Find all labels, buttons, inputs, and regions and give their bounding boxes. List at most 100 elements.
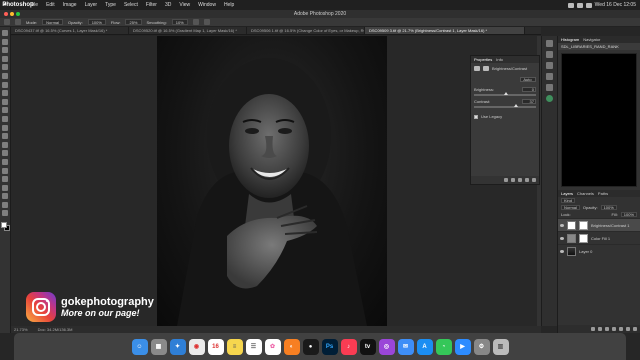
marquee-tool-icon[interactable] (2, 38, 8, 45)
pen-tool-icon[interactable] (2, 158, 8, 165)
music-app-icon[interactable]: ♪ (340, 338, 357, 355)
battery-icon[interactable] (576, 2, 583, 8)
hand-tool-icon[interactable] (2, 193, 8, 200)
eye-icon[interactable] (560, 249, 564, 253)
obs-app-icon[interactable]: ● (302, 338, 319, 355)
tab-histogram[interactable]: Histogram (561, 37, 579, 42)
menu-window[interactable]: Window (194, 2, 220, 8)
more-tools-icon[interactable] (2, 210, 8, 217)
trash-icon[interactable]: ▥ (492, 338, 509, 355)
tab-info[interactable]: Info (496, 57, 503, 62)
contrast-field[interactable]: 37 (522, 99, 536, 104)
zoom-tool-icon[interactable] (2, 201, 8, 208)
doc-tab-active[interactable]: DSC09509 3.tif @ 21.7% (Brightness/Contr… (365, 27, 525, 34)
menubar-clock[interactable]: Wed 16 Dec 12:05 (595, 2, 636, 8)
safari-app-icon[interactable]: ✦ (169, 338, 186, 355)
menu-3d[interactable]: 3D (161, 2, 175, 8)
minimize-window-button[interactable] (10, 12, 14, 16)
brush-panel-icon[interactable] (546, 73, 553, 80)
layer-mask-thumbnail[interactable] (579, 220, 588, 230)
new-group-icon[interactable] (619, 327, 623, 331)
tab-properties[interactable]: Properties (474, 57, 492, 62)
mode-select[interactable]: Normal (42, 19, 64, 25)
tab-channels[interactable]: Channels (577, 191, 594, 196)
layer-name[interactable]: Brightness/Contrast 1 (591, 223, 629, 228)
notes-app-icon[interactable]: ≡ (226, 338, 243, 355)
visibility-icon[interactable] (525, 178, 529, 182)
doc-tab-2[interactable]: DSC09520.tif @ 16.5% (Gradient Map 1, La… (129, 27, 247, 34)
layer-kind-filter[interactable]: Kind (561, 198, 576, 203)
app-store-app-icon[interactable]: A (416, 338, 433, 355)
menu-layer[interactable]: Layer (81, 2, 102, 8)
contrast-slider[interactable] (474, 104, 536, 108)
view-previous-icon[interactable] (511, 178, 515, 182)
layer-opacity-field[interactable]: 100% (600, 205, 617, 210)
move-tool-icon[interactable] (2, 30, 8, 36)
swatches-panel-icon[interactable] (546, 62, 553, 69)
brush-preset-icon[interactable] (15, 19, 21, 25)
path-select-tool-icon[interactable] (2, 176, 8, 183)
blend-mode-select[interactable]: Normal (561, 205, 580, 210)
airbrush-icon[interactable] (192, 19, 199, 25)
smoothing-field[interactable]: 10% (171, 19, 188, 25)
adjustments-panel-icon[interactable] (546, 84, 553, 91)
shape-tool-icon[interactable] (2, 184, 8, 191)
zoom-readout[interactable]: 21.73% (14, 326, 28, 333)
new-adjustment-icon[interactable] (612, 327, 616, 331)
zoom-window-button[interactable] (16, 12, 20, 16)
flow-field[interactable]: 25% (125, 19, 142, 25)
chrome-app-icon[interactable]: ◉ (188, 338, 205, 355)
photos-app-icon[interactable]: ✿ (264, 338, 281, 355)
menu-file[interactable]: File (26, 2, 42, 8)
menu-select[interactable]: Select (120, 2, 142, 8)
firefox-app-icon[interactable]: ◐ (283, 338, 300, 355)
brush-tool-icon-main[interactable] (2, 98, 8, 105)
frame-tool-icon[interactable] (2, 72, 8, 79)
messages-app-icon[interactable]: ◔ (435, 338, 452, 355)
photoshop-app-icon[interactable]: Ps (321, 338, 338, 355)
mask-icon[interactable] (483, 66, 489, 71)
finder-app-icon[interactable]: ☺ (131, 338, 148, 355)
tab-paths[interactable]: Paths (598, 191, 608, 196)
doc-size-readout[interactable]: Doc: 34.2M/136.3M (38, 326, 73, 333)
reset-icon[interactable] (518, 178, 522, 182)
contrast-slider-handle[interactable] (513, 104, 518, 107)
close-window-button[interactable] (4, 12, 8, 16)
color-panel-icon[interactable] (546, 51, 553, 58)
layer-row-color-fill[interactable]: Color Fill 1 (558, 231, 640, 244)
menu-help[interactable]: Help (220, 2, 238, 8)
eye-icon[interactable] (560, 223, 564, 227)
history-panel-icon[interactable] (546, 40, 553, 47)
canvas-area[interactable] (11, 36, 541, 326)
delete-adjustment-icon[interactable] (532, 178, 536, 182)
doc-tab-1[interactable]: DSC09437.tif @ 16.5% (Curves 1, Layer Ma… (11, 27, 129, 34)
document-image[interactable] (157, 36, 387, 326)
pressure-icon[interactable] (203, 19, 210, 25)
eye-icon[interactable] (560, 236, 564, 240)
doc-tab-3[interactable]: DSC09506 1.tif @ 16.5% (Change Color of … (247, 27, 365, 34)
zoom-app-icon[interactable]: ▶ (454, 338, 471, 355)
wifi-icon[interactable] (567, 2, 574, 8)
layer-style-icon[interactable] (598, 327, 602, 331)
foreground-color-swatch[interactable] (0, 222, 7, 229)
eyedropper-tool-icon[interactable] (2, 81, 8, 88)
layer-row-layer-0[interactable]: Layer 0 (558, 244, 640, 257)
menu-filter[interactable]: Filter (142, 2, 161, 8)
crop-tool-icon[interactable] (2, 64, 8, 71)
tab-layers[interactable]: Layers (561, 191, 573, 196)
mail-app-icon[interactable]: ✉ (397, 338, 414, 355)
brightness-slider[interactable] (474, 92, 536, 96)
plugin-panel-icon[interactable] (546, 95, 553, 102)
layer-row-brightness-contrast[interactable]: Brightness/Contrast 1 (558, 218, 640, 231)
fill-field[interactable]: 100% (620, 212, 637, 217)
add-mask-icon[interactable] (605, 327, 609, 331)
healing-tool-icon[interactable] (2, 90, 8, 97)
tv-app-icon[interactable]: tv (359, 338, 376, 355)
brush-tool-icon[interactable] (4, 19, 10, 25)
calendar-app-icon[interactable]: 16 (207, 338, 224, 355)
brightness-field[interactable]: 0 (522, 87, 536, 92)
brightness-slider-handle[interactable] (503, 92, 508, 95)
menu-image[interactable]: Image (59, 2, 81, 8)
menu-view[interactable]: View (175, 2, 194, 8)
color-swatches[interactable] (0, 222, 10, 232)
